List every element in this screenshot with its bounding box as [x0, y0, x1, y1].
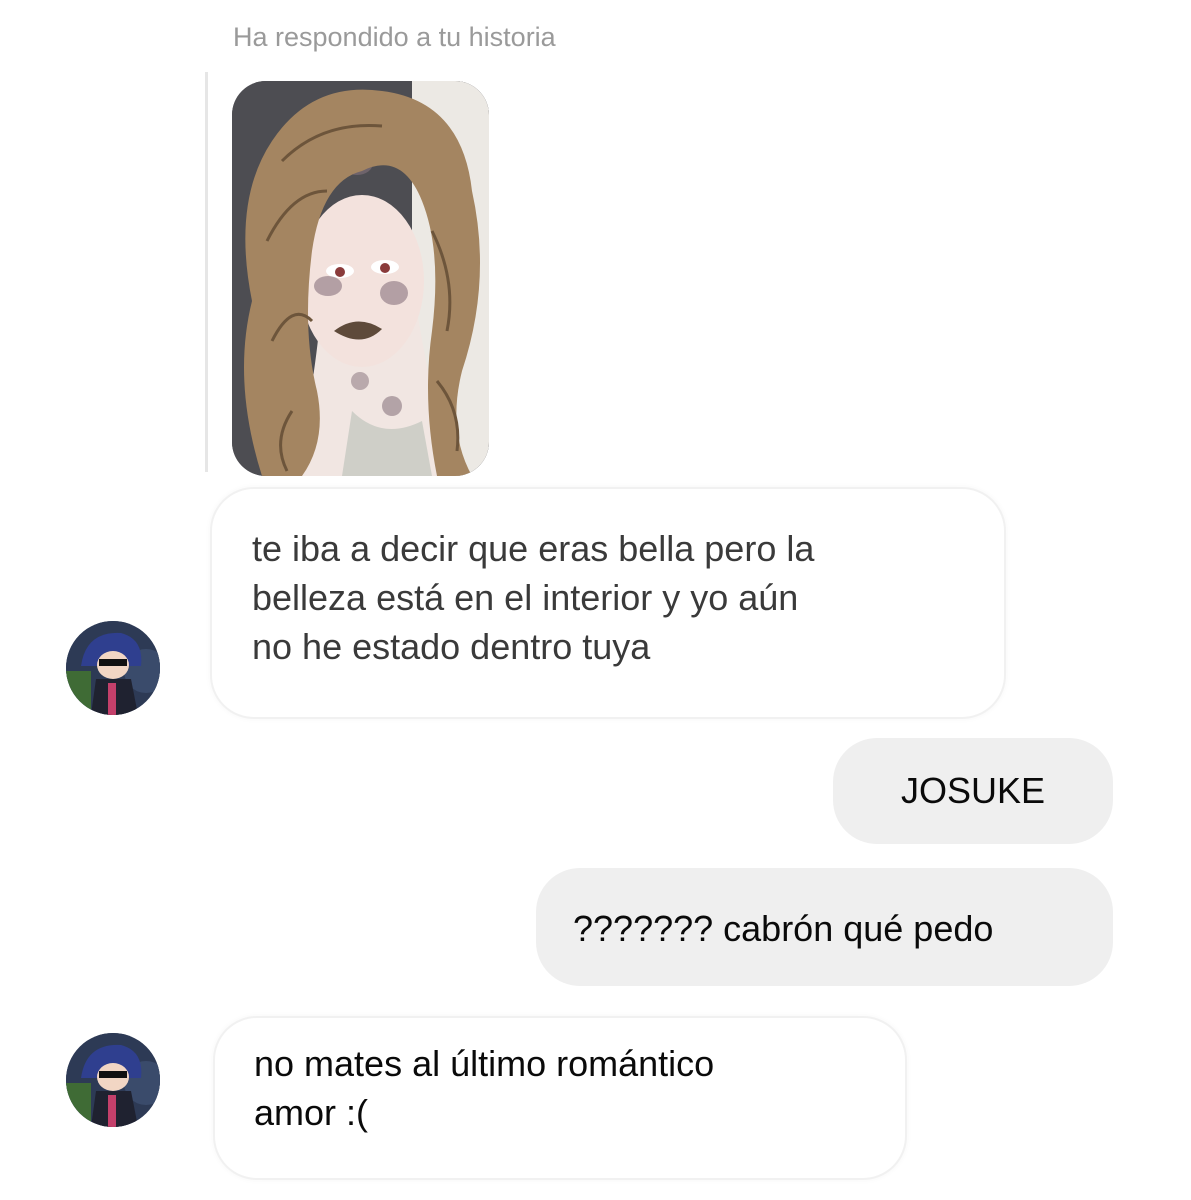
message-text: ??????? cabrón qué pedo	[573, 908, 994, 949]
message-bubble-outgoing[interactable]: ??????? cabrón qué pedo	[536, 868, 1113, 986]
message-text: no mates al último romántico amor :(	[254, 1039, 894, 1137]
story-drawing	[232, 81, 489, 476]
message-text: te iba a decir que eras bella pero la be…	[252, 524, 992, 671]
message-line: belleza está en el interior y yo aún	[252, 577, 799, 618]
message-text: JOSUKE	[900, 770, 1046, 811]
reply-indicator-line	[205, 72, 208, 472]
story-reply-caption: Ha respondido a tu historia	[233, 22, 556, 52]
message-line: no he estado dentro tuya	[252, 626, 651, 667]
story-thumbnail[interactable]	[232, 81, 489, 476]
message-line: te iba a decir que eras bella pero la	[252, 528, 815, 569]
avatar-image	[66, 1033, 160, 1127]
message-line: amor :(	[254, 1092, 369, 1133]
message-bubble-incoming[interactable]: te iba a decir que eras bella pero la be…	[210, 487, 1006, 719]
message-bubble-incoming[interactable]: no mates al último romántico amor :(	[213, 1016, 907, 1180]
message-bubble-outgoing[interactable]: JOSUKE	[833, 738, 1113, 844]
avatar[interactable]	[66, 1033, 160, 1127]
message-line: no mates al último romántico	[254, 1043, 715, 1084]
avatar[interactable]	[66, 621, 160, 715]
avatar-image	[66, 621, 160, 715]
